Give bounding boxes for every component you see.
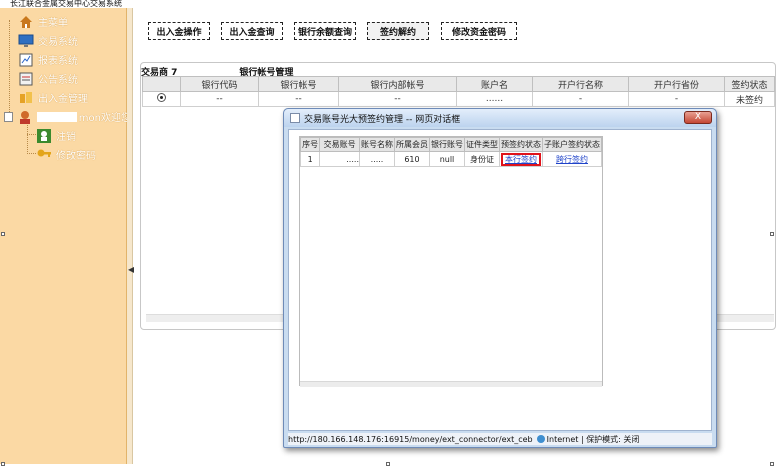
user-icon xyxy=(17,109,33,125)
table-header-cell: 开户行省份 xyxy=(628,76,725,92)
table-row[interactable]: -- -- -- ...... - - 未签约 xyxy=(142,91,775,107)
dialog-title: 交易账号光大预签约管理 -- 网页对话框 xyxy=(304,114,461,125)
resize-handle[interactable] xyxy=(1,232,5,236)
presign-table: 序号 交易账号 账号名称 所属会员 银行账号 证件类型 预签约状态 子账户签约状… xyxy=(299,137,603,167)
sidebar-item-main-menu[interactable]: 主菜单 xyxy=(18,12,145,31)
dialog-titlebar[interactable]: 交易账号光大预签约管理 -- 网页对话框 xyxy=(284,109,716,127)
sidebar-item-announcements[interactable]: 公告系统 xyxy=(18,69,145,88)
sidebar-item-reports[interactable]: 报表系统 xyxy=(18,50,145,69)
table-cell: ..... xyxy=(319,151,360,167)
table-cell: 身份证 xyxy=(463,151,500,167)
sidebar-item-label: mon欢迎您 xyxy=(78,113,131,124)
table-header-cell: 银行内部帐号 xyxy=(338,76,457,92)
app-window: 长江联合金属交易中心交易系统 主菜单 交易系统 报表系统 公告系统 出入金管理 … xyxy=(0,0,776,470)
table-header-cell: 预签约状态 xyxy=(498,137,543,152)
sidebar: 主菜单 交易系统 报表系统 公告系统 出入金管理 mon欢迎您 注销 修改密码 xyxy=(0,8,131,464)
tree-connector xyxy=(27,153,36,154)
home-icon xyxy=(18,14,34,30)
table-cell: ..... xyxy=(358,151,395,167)
report-icon xyxy=(18,52,34,68)
monitor-icon xyxy=(18,33,34,49)
table-cell: 610 xyxy=(393,151,430,167)
table-header-cell: 账户名 xyxy=(456,76,533,92)
sidebar-item-label: 主菜单 xyxy=(38,18,68,29)
row-select-cell[interactable] xyxy=(142,91,181,107)
presign-dialog: 交易账号光大预签约管理 -- 网页对话框 X 序号 交易账号 账号名称 所属会员… xyxy=(283,108,717,448)
money-icon xyxy=(18,90,34,106)
sign-unsign-button[interactable]: 签约解约 xyxy=(367,22,429,40)
resize-handle[interactable] xyxy=(770,462,774,466)
table-cell: -- xyxy=(338,91,457,107)
change-fund-password-button[interactable]: 修改资金密码 xyxy=(441,22,517,40)
table-header-select xyxy=(142,76,181,92)
table-header-cell: 银行帐号 xyxy=(258,76,339,92)
table-header-cell: 银行代码 xyxy=(180,76,259,92)
sidebar-item-user[interactable]: mon欢迎您 xyxy=(4,107,131,126)
table-header-cell: 银行账号 xyxy=(428,137,465,152)
table-header-cell: 所属会员 xyxy=(393,137,430,152)
redacted-trader-id xyxy=(177,66,240,75)
table-header-cell: 交易账号 xyxy=(319,137,360,152)
globe-icon xyxy=(536,435,545,443)
dialog-body: 序号 交易账号 账号名称 所属会员 银行账号 证件类型 预签约状态 子账户签约状… xyxy=(288,129,712,431)
status-zone: Internet | 保护模式: 关闭 xyxy=(546,434,640,444)
fund-query-button[interactable]: 出入金查询 xyxy=(221,22,283,40)
table-cell: 1 xyxy=(299,151,321,167)
table-cell: -- xyxy=(180,91,259,107)
sidebar-item-label: 注销 xyxy=(56,132,76,143)
sidebar-item-label: 交易系统 xyxy=(38,37,78,48)
page-icon xyxy=(290,113,300,123)
fund-operation-button[interactable]: 出入金操作 xyxy=(148,22,210,40)
sidebar-item-label: 公告系统 xyxy=(38,75,78,86)
same-bank-sign-link[interactable]: 本行签约 xyxy=(500,152,541,166)
status-url: http://180.166.148.176:16915/money/ext_c… xyxy=(288,434,533,444)
table-header-row: 序号 交易账号 账号名称 所属会员 银行账号 证件类型 预签约状态 子账户签约状… xyxy=(299,137,603,152)
redacted-username xyxy=(37,111,77,122)
table-header-cell: 证件类型 xyxy=(463,137,500,152)
dialog-statusbar: http://180.166.148.176:16915/money/ext_c… xyxy=(288,433,712,445)
dialog-close-button[interactable]: X xyxy=(684,111,712,124)
sidebar-splitter[interactable] xyxy=(127,8,133,464)
sidebar-item-trading[interactable]: 交易系统 xyxy=(18,31,145,50)
table-header-cell: 序号 xyxy=(299,137,321,152)
sidebar-item-fund-management[interactable]: 出入金管理 xyxy=(18,88,145,107)
resize-handle[interactable] xyxy=(386,462,390,466)
tree-connector xyxy=(9,20,10,120)
sidebar-item-label: 出入金管理 xyxy=(38,94,88,105)
dialog-table-panel: 序号 交易账号 账号名称 所属会员 银行账号 证件类型 预签约状态 子账户签约状… xyxy=(299,136,603,387)
resize-handle[interactable] xyxy=(1,462,5,466)
bank-account-table: 银行代码 银行帐号 银行内部帐号 账户名 开户行名称 开户行省份 签约状态 --… xyxy=(142,76,775,107)
cross-bank-sign-link[interactable]: 跨行签约 xyxy=(556,155,588,164)
key-icon xyxy=(36,147,52,163)
dialog-horizontal-scrollbar[interactable] xyxy=(300,381,602,387)
sidebar-item-label: 报表系统 xyxy=(38,56,78,67)
table-cell: - xyxy=(628,91,725,107)
table-cell: -- xyxy=(258,91,339,107)
table-header-row: 银行代码 银行帐号 银行内部帐号 账户名 开户行名称 开户行省份 签约状态 xyxy=(142,76,775,92)
table-cell: - xyxy=(532,91,629,107)
bank-balance-button[interactable]: 银行余额查询 xyxy=(294,22,356,40)
table-header-cell: 账号名称 xyxy=(358,137,395,152)
table-cell: null xyxy=(428,151,465,167)
row-radio-button[interactable] xyxy=(157,93,166,102)
table-cell: 跨行签约 xyxy=(541,151,603,167)
collapse-icon xyxy=(4,111,14,122)
table-header-cell: 签约状态 xyxy=(724,76,775,92)
table-cell: 未签约 xyxy=(724,91,775,107)
logout-icon xyxy=(36,128,52,144)
window-title: 长江联合金属交易中心交易系统 xyxy=(0,0,776,8)
tree-connector xyxy=(27,134,36,135)
table-row: 1 ..... ..... 610 null 身份证 本行签约 跨行签约 xyxy=(299,151,603,167)
table-cell: 本行签约 xyxy=(498,151,543,167)
table-header-cell: 子账户签约状态 xyxy=(541,137,603,152)
table-header-cell: 开户行名称 xyxy=(532,76,629,92)
table-cell: ...... xyxy=(456,91,533,107)
bulletin-icon xyxy=(18,71,34,87)
sidebar-item-label: 修改密码 xyxy=(56,151,96,162)
resize-handle[interactable] xyxy=(770,232,774,236)
